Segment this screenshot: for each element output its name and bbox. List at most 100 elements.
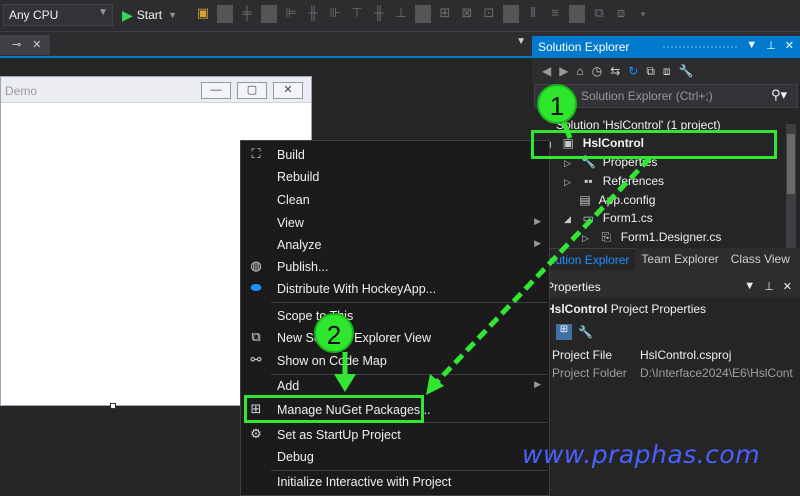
menu-item-initialize-interactive[interactable]: Initialize Interactive with Project: [241, 471, 549, 493]
property-pages-icon[interactable]: 🔧: [578, 325, 593, 339]
chevron-down-icon: ▼: [98, 7, 108, 18]
tree-item-label: Form1.Designer.cs: [620, 230, 722, 244]
categorized-icon[interactable]: ⊞: [556, 324, 572, 340]
menu-item-scope-to-this[interactable]: Scope to This: [241, 305, 549, 327]
menu-item-add[interactable]: Add ▶: [241, 375, 549, 397]
properties-icon[interactable]: 🔧: [679, 64, 694, 78]
tab-class-view[interactable]: Class View: [725, 248, 796, 270]
platform-select[interactable]: Any CPU ▼: [3, 4, 113, 26]
form-title: Demo: [5, 84, 38, 98]
menu-item-hockeyapp[interactable]: ⬬ Distribute With HockeyApp...: [241, 278, 549, 300]
expand-arrow-icon[interactable]: ▷: [582, 233, 592, 244]
scrollbar-thumb[interactable]: [787, 134, 795, 194]
toolbar-separator: [261, 5, 277, 23]
sync-icon[interactable]: ⇆: [610, 64, 620, 78]
pin-icon[interactable]: ⊥: [764, 280, 774, 293]
menu-item-label: Set as StartUp Project: [277, 428, 401, 442]
tree-item-label: Form1.cs: [602, 211, 653, 225]
menu-item-label: Show on Code Map: [277, 354, 387, 368]
order-icon[interactable]: ⫴: [525, 5, 541, 23]
menu-item-analyze[interactable]: Analyze ▶: [241, 234, 549, 256]
expand-arrow-icon[interactable]: ◢: [564, 214, 574, 225]
menu-item-build[interactable]: ⛶ Build: [241, 144, 549, 166]
menu-item-label: Distribute With HockeyApp...: [277, 282, 437, 296]
tree-item-app-config[interactable]: ▤ App.config: [578, 193, 800, 212]
chevron-down-icon[interactable]: ▼: [168, 10, 177, 20]
align-middle-icon[interactable]: ╫: [371, 5, 387, 23]
property-value: HslControl.csproj: [640, 348, 732, 362]
play-icon: ▶: [122, 6, 133, 23]
menu-item-label: New Solution Explorer View: [277, 331, 432, 345]
menu-item-set-startup[interactable]: ⚙ Set as StartUp Project: [241, 424, 549, 446]
same-size-icon[interactable]: ⊞: [437, 5, 453, 23]
collapse-all-icon[interactable]: ⧉: [646, 64, 655, 79]
property-row[interactable]: Project Folder D:\Interface2024\E6\HslCo…: [532, 364, 800, 383]
submenu-arrow-icon: ▶: [534, 238, 541, 248]
form-icon: ▭: [582, 211, 595, 225]
back-icon[interactable]: ◀: [542, 64, 551, 78]
toolbar-overflow-icon[interactable]: ▾: [635, 5, 651, 23]
align-left-icon[interactable]: ⊫: [283, 5, 299, 23]
search-placeholder: Solution Explorer (Ctrl+;): [581, 89, 713, 103]
menu-separator: [271, 302, 547, 303]
close-icon: ✕: [273, 82, 303, 99]
form-titlebar: Demo — ▢ ✕: [1, 77, 311, 103]
menu-item-label: Analyze: [277, 238, 322, 252]
menu-item-code-map[interactable]: ⚯ Show on Code Map: [241, 350, 549, 372]
submenu-arrow-icon: ▶: [534, 379, 541, 389]
minimize-icon: —: [201, 82, 231, 99]
solution-config-icon[interactable]: ▣: [195, 5, 211, 23]
chevron-down-icon[interactable]: ▼: [746, 39, 757, 52]
properties-object-selector[interactable]: HslControl Project Properties: [532, 298, 800, 320]
property-key: Project File: [552, 348, 613, 362]
bring-front-icon[interactable]: ≡: [547, 5, 563, 23]
document-tab-strip: ⊸ ✕ ▼: [0, 32, 532, 56]
solution-explorer-scrollbar[interactable]: [786, 124, 796, 262]
menu-item-new-se-view[interactable]: ⧉ New Solution Explorer View: [241, 327, 549, 349]
menu-item-debug[interactable]: Debug: [241, 446, 549, 468]
spacing-icon[interactable]: ⊠: [459, 5, 475, 23]
lock-controls-icon[interactable]: ⧈: [613, 5, 629, 23]
expand-arrow-icon[interactable]: ▷: [564, 158, 574, 169]
tab-team-explorer[interactable]: Team Explorer: [635, 248, 724, 270]
close-icon[interactable]: ✕: [785, 39, 794, 52]
search-icon[interactable]: ⚲▾: [771, 87, 787, 103]
config-file-icon: ▤: [579, 193, 591, 207]
platform-value: Any CPU: [9, 8, 59, 22]
align-top-icon[interactable]: ⊤: [349, 5, 365, 23]
menu-item-rebuild[interactable]: Rebuild: [241, 166, 549, 188]
start-button[interactable]: ▶ Start ▼: [122, 6, 177, 24]
tree-item-references[interactable]: ▷ ▪▪ References: [564, 174, 800, 193]
show-all-files-icon[interactable]: ⧈: [663, 64, 671, 79]
tab-list-dropdown-icon[interactable]: ▼: [516, 36, 526, 47]
menu-item-clean[interactable]: Clean: [241, 189, 549, 211]
pin-icon[interactable]: ⊥: [766, 39, 776, 52]
resize-handle[interactable]: [110, 403, 116, 409]
align-center-icon[interactable]: ╫: [305, 5, 321, 23]
resize-icon[interactable]: ⊡: [481, 5, 497, 23]
align-bottom-icon[interactable]: ⊥: [393, 5, 409, 23]
property-row[interactable]: Project File HslControl.csproj: [532, 346, 800, 365]
align-right-icon[interactable]: ⊪: [327, 5, 343, 23]
menu-item-publish[interactable]: ◍ Publish...: [241, 256, 549, 278]
align-grid-icon[interactable]: ╪: [239, 5, 255, 23]
tree-item-label: App.config: [598, 193, 656, 207]
forward-icon[interactable]: ▶: [559, 64, 568, 78]
tree-item-form1[interactable]: ◢ ▭ Form1.cs: [564, 211, 800, 230]
expand-arrow-icon[interactable]: ▷: [564, 177, 574, 188]
tab-order-icon[interactable]: ⧉: [591, 5, 607, 23]
home-icon[interactable]: ⌂: [576, 64, 583, 78]
refresh-icon[interactable]: ↻: [628, 64, 638, 78]
chevron-down-icon[interactable]: ▼: [744, 280, 755, 293]
document-tab[interactable]: ⊸ ✕: [0, 35, 50, 55]
history-icon[interactable]: ◷: [592, 64, 602, 78]
close-icon[interactable]: ✕: [783, 280, 792, 293]
gear-icon: ⚙: [250, 426, 262, 441]
menu-item-view[interactable]: View ▶: [241, 212, 549, 234]
pin-icon[interactable]: ⊸: [12, 39, 21, 51]
close-icon[interactable]: ✕: [32, 39, 41, 51]
tree-item-form1-designer[interactable]: ▷ ⎘ Form1.Designer.cs: [582, 230, 800, 249]
globe-icon: ◍: [250, 258, 262, 273]
tool-window-tabs: Solution Explorer Team Explorer Class Vi…: [532, 248, 800, 270]
maximize-icon: ▢: [237, 82, 267, 99]
